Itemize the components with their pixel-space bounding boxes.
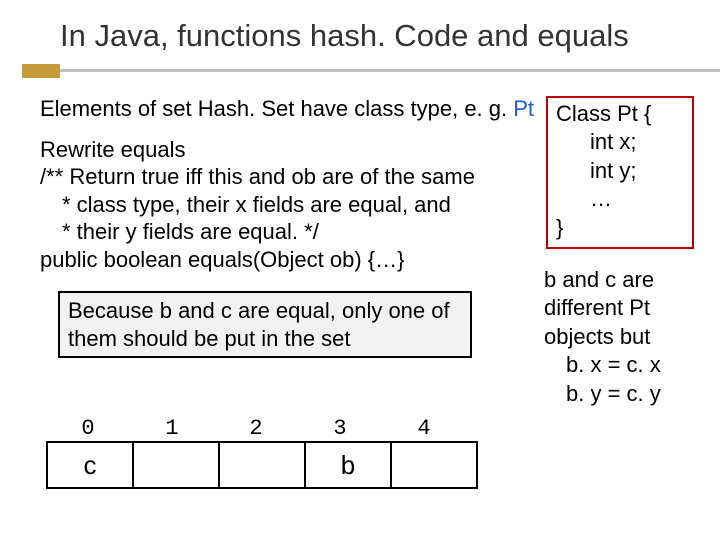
array-visual: 0 1 2 3 4 c b [46, 416, 478, 489]
cell-0: c [46, 441, 134, 489]
eq-line-1: b and c are [544, 266, 694, 295]
note-text: Because b and c are equal, only one of t… [68, 298, 450, 351]
equality-note: b and c are different Pt objects but b. … [544, 266, 694, 409]
intro-text: Elements of set Hash. Set have class typ… [40, 96, 513, 121]
array-cells: c b [46, 441, 478, 489]
slide-title: In Java, functions hash. Code and equals [60, 18, 680, 54]
title-block: In Java, functions hash. Code and equals [0, 0, 720, 54]
comment-line-1: /** Return true iff this and ob are of t… [40, 163, 500, 191]
title-rule [0, 64, 720, 78]
class-dots: … [556, 185, 686, 214]
index-2: 2 [214, 416, 298, 441]
note-box: Because b and c are equal, only one of t… [58, 291, 472, 358]
class-close: } [556, 214, 686, 243]
index-1: 1 [130, 416, 214, 441]
eq-line-4: b. x = c. x [544, 351, 694, 380]
cell-2 [218, 441, 306, 489]
rule-accent-box [22, 64, 60, 78]
rewrite-line: Rewrite equals [40, 136, 500, 164]
class-open: Class Pt { [556, 100, 686, 129]
content-area: Elements of set Hash. Set have class typ… [0, 78, 720, 359]
intro-type: Pt [513, 96, 534, 121]
cell-3: b [304, 441, 392, 489]
code-description: Rewrite equals /** Return true iff this … [40, 136, 500, 274]
class-definition-box: Class Pt { int x; int y; … } [546, 96, 694, 249]
eq-line-3: objects but [544, 323, 694, 352]
class-field-2: int y; [556, 157, 686, 186]
array-indices: 0 1 2 3 4 [46, 416, 478, 441]
comment-line-3: * their y fields are equal. */ [40, 218, 500, 246]
index-4: 4 [382, 416, 466, 441]
comment-line-2: * class type, their x fields are equal, … [40, 191, 500, 219]
cell-4 [390, 441, 478, 489]
method-signature: public boolean equals(Object ob) {…} [40, 246, 500, 274]
eq-line-5: b. y = c. y [544, 380, 694, 409]
eq-line-2: different Pt [544, 294, 694, 323]
index-3: 3 [298, 416, 382, 441]
cell-1 [132, 441, 220, 489]
rule-line [60, 69, 720, 72]
index-0: 0 [46, 416, 130, 441]
class-field-1: int x; [556, 128, 686, 157]
